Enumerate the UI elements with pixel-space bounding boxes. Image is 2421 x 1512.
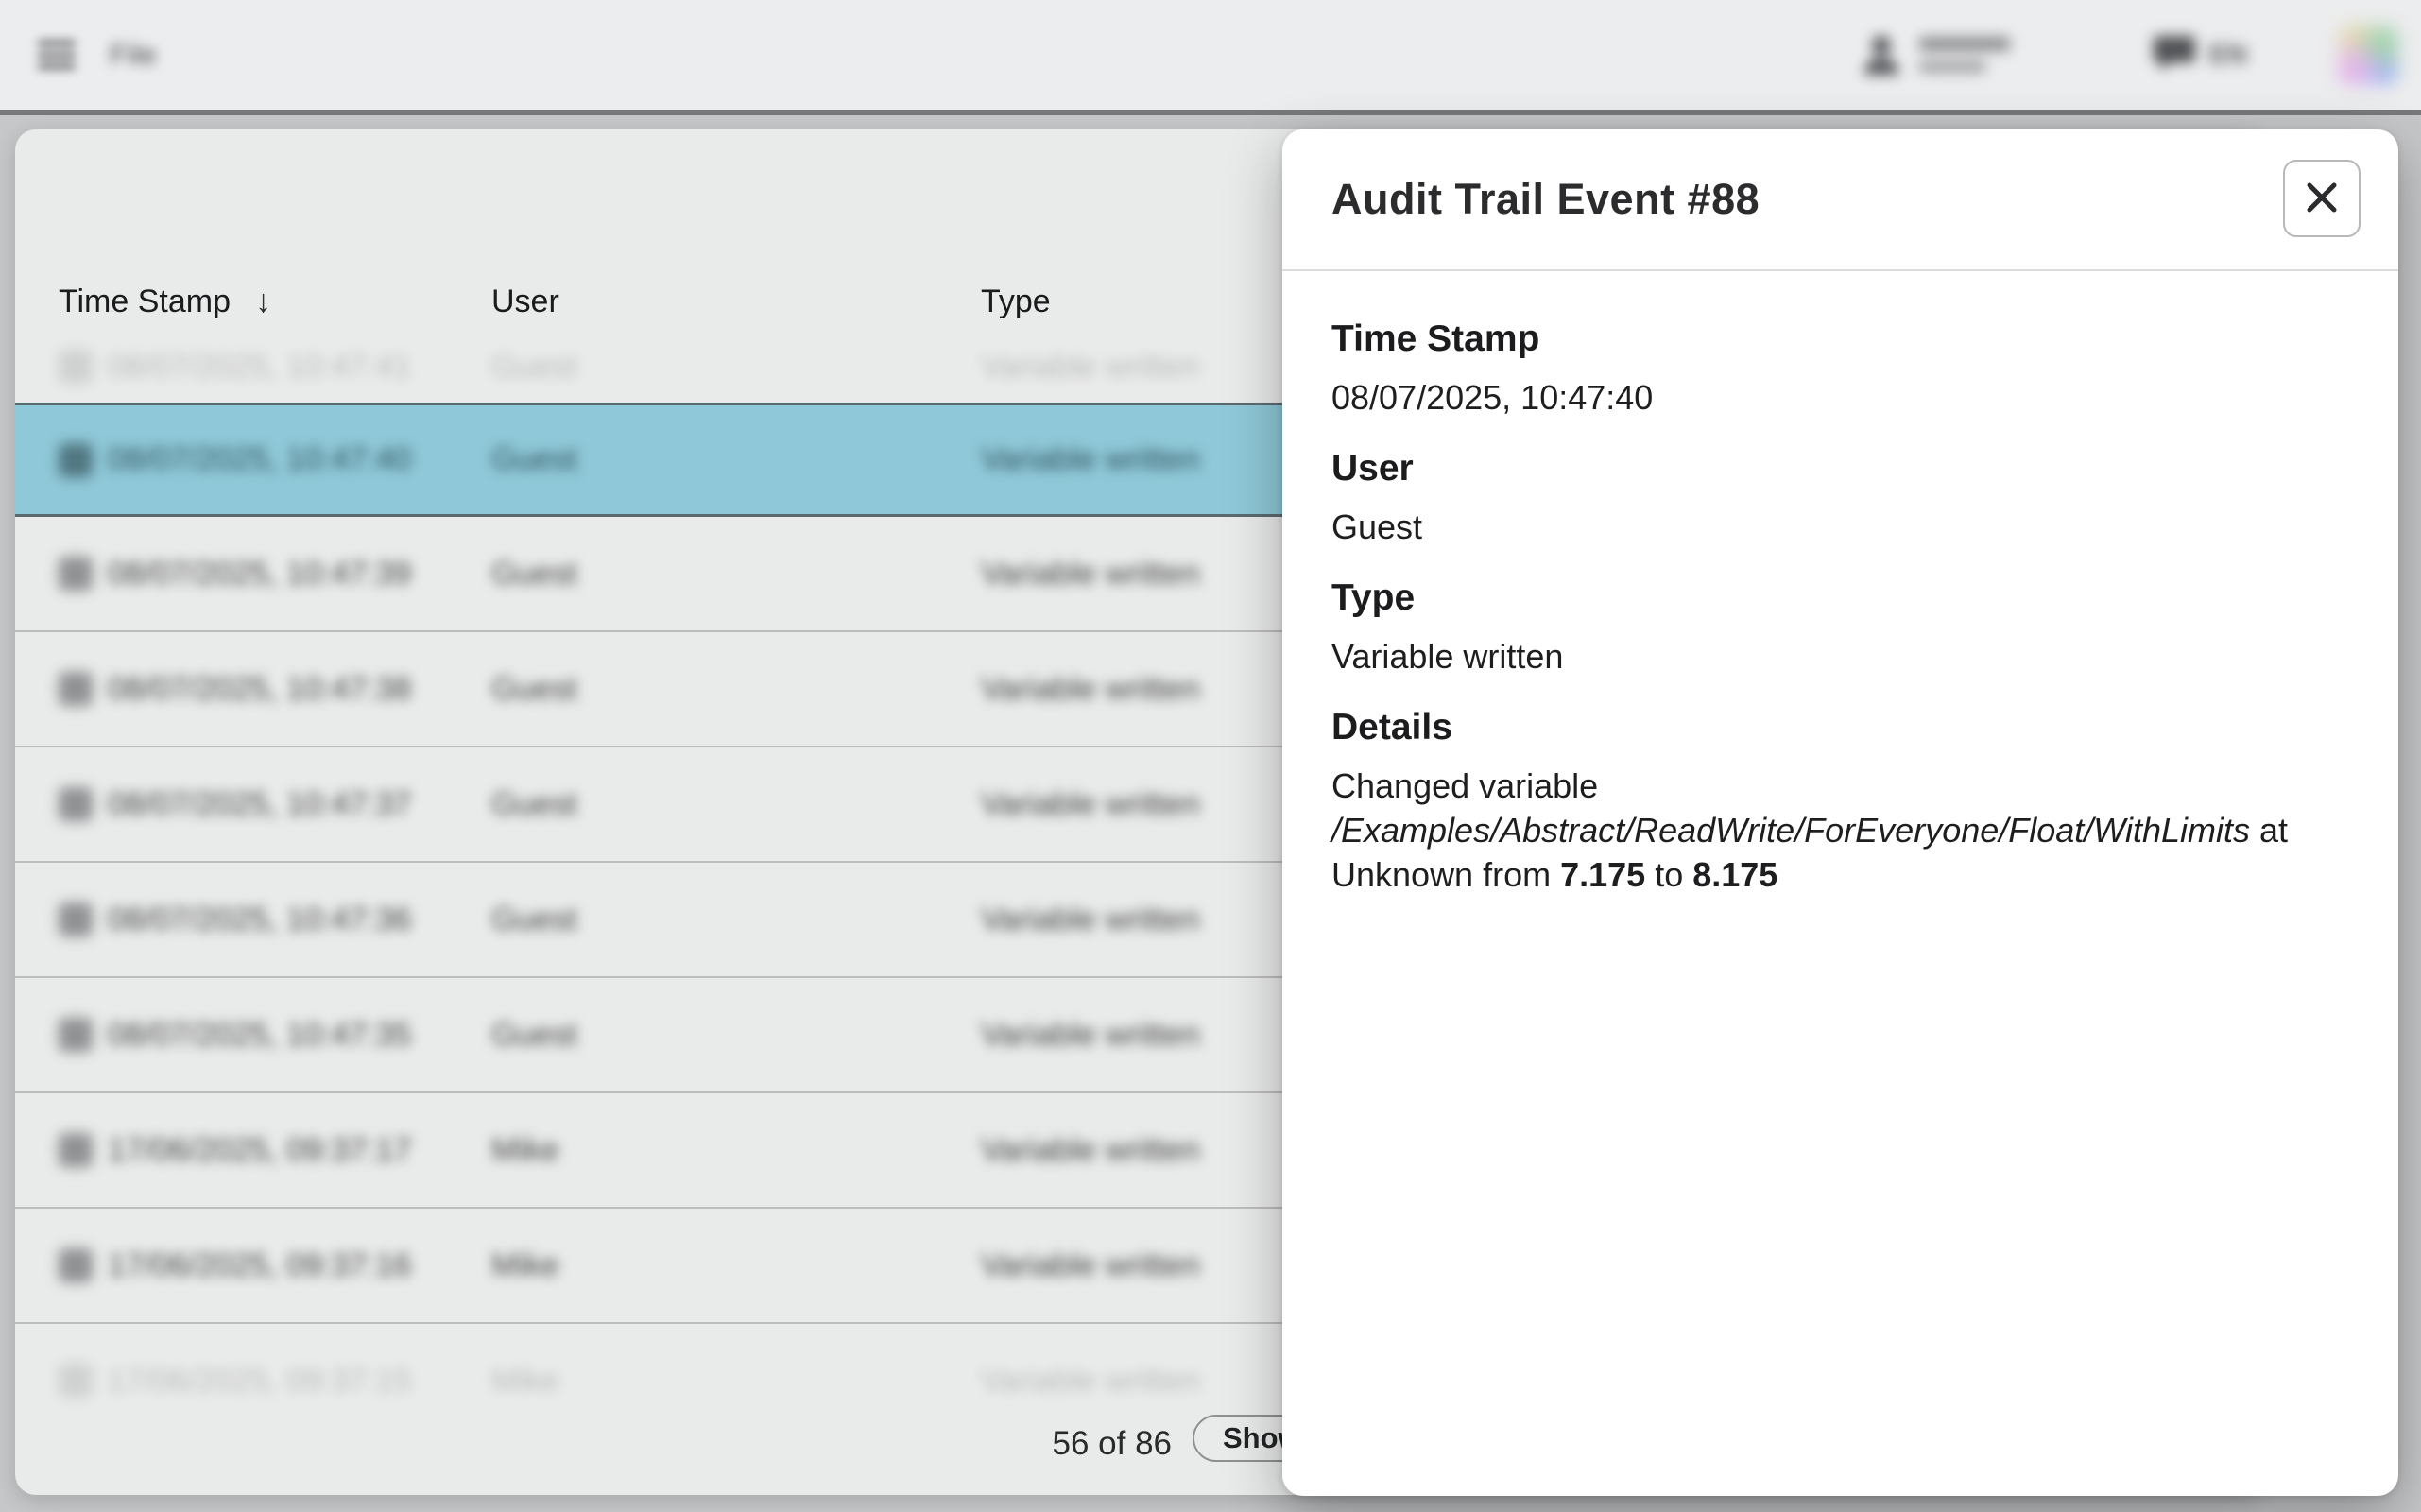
from-value: 7.175 <box>1560 855 1645 894</box>
event-type-icon <box>59 902 93 936</box>
language-switcher[interactable]: EN <box>2153 33 2247 77</box>
timestamp-cell: 17/06/2025, 09:37:16 <box>15 1247 491 1284</box>
type-cell-text: Variable written <box>981 556 1200 592</box>
type-cell-text: Variable written <box>981 1247 1200 1283</box>
language-label: EN <box>2209 40 2247 71</box>
user-cell: Guest <box>491 1017 981 1054</box>
close-panel-button[interactable] <box>2283 160 2361 237</box>
to-value: 8.175 <box>1692 855 1777 894</box>
user-cell-text: Guest <box>491 786 577 822</box>
sort-descending-icon[interactable]: ↓ <box>255 284 271 320</box>
timestamp-cell: 08/07/2025, 10:47:36 <box>15 902 491 938</box>
top-menu-bar: File EN <box>0 0 2421 115</box>
timestamp-cell-text: 17/06/2025, 09:37:17 <box>108 1132 411 1169</box>
column-header-user[interactable]: User <box>491 284 559 320</box>
variable-path: /Examples/Abstract/ReadWrite/ForEveryone… <box>1331 811 2250 850</box>
timestamp-cell-text: 17/06/2025, 09:37:16 <box>108 1247 411 1284</box>
type-heading: Type <box>1331 577 2349 619</box>
timestamp-cell: 08/07/2025, 10:47:37 <box>15 786 491 823</box>
timestamp-cell: 08/07/2025, 10:47:35 <box>15 1017 491 1054</box>
timestamp-cell: 17/06/2025, 09:37:15 <box>15 1363 491 1400</box>
event-type-icon <box>59 672 93 706</box>
type-cell-text: Variable written <box>981 671 1200 707</box>
user-cell: Guest <box>491 786 981 823</box>
panel-title: Audit Trail Event #88 <box>1331 175 1760 224</box>
row-count-label: 56 of 86 <box>863 1425 1172 1463</box>
type-cell-text: Variable written <box>981 786 1200 822</box>
timestamp-cell-text: 08/07/2025, 10:47:40 <box>108 441 411 478</box>
timestamp-cell: 08/07/2025, 10:47:41 <box>15 349 491 386</box>
timestamp-cell-text: 08/07/2025, 10:47:37 <box>108 786 411 823</box>
column-header-timestamp[interactable]: Time Stamp ↓ <box>59 284 271 320</box>
user-cell-text: Guest <box>491 556 577 592</box>
timestamp-cell-text: 08/07/2025, 10:47:35 <box>108 1017 411 1054</box>
type-cell-text: Variable written <box>981 1363 1200 1399</box>
type-cell-text: Variable written <box>981 349 1200 385</box>
column-header-type[interactable]: Type <box>981 284 1051 320</box>
user-cell: Guest <box>491 902 981 938</box>
event-type-icon <box>59 557 93 591</box>
event-type-icon <box>59 1133 93 1167</box>
user-cell: Guest <box>491 671 981 708</box>
type-cell-text: Variable written <box>981 902 1200 937</box>
type-value: Variable written <box>1331 634 2349 679</box>
user-cell-text: Guest <box>491 671 577 707</box>
user-cell-text: Guest <box>491 441 577 477</box>
timestamp-cell-text: 08/07/2025, 10:47:38 <box>108 671 411 708</box>
type-cell-text: Variable written <box>981 441 1200 477</box>
user-info-text-blob <box>1918 37 2011 73</box>
details-heading: Details <box>1331 707 2349 748</box>
user-cell-text: Guest <box>491 902 577 937</box>
user-cell-text: Mike <box>491 1132 559 1168</box>
type-cell-text: Variable written <box>981 1132 1200 1168</box>
event-type-icon <box>59 787 93 821</box>
timestamp-cell: 08/07/2025, 10:47:40 <box>15 441 491 478</box>
close-icon <box>2302 178 2342 220</box>
column-label: Type <box>981 284 1051 320</box>
column-label: User <box>491 284 559 320</box>
timestamp-heading: Time Stamp <box>1331 318 2349 360</box>
person-icon <box>1862 33 1901 77</box>
timestamp-cell: 08/07/2025, 10:47:38 <box>15 671 491 708</box>
timestamp-cell-text: 08/07/2025, 10:47:36 <box>108 902 411 938</box>
user-cell: Guest <box>491 441 981 478</box>
timestamp-cell: 17/06/2025, 09:37:17 <box>15 1132 491 1169</box>
event-type-icon <box>59 1018 93 1052</box>
hamburger-menu-icon[interactable] <box>38 41 76 69</box>
user-avatar[interactable] <box>2338 25 2398 85</box>
panel-body: Time Stamp 08/07/2025, 10:47:40 User Gue… <box>1282 271 2398 897</box>
user-cell-text: Mike <box>491 1363 559 1399</box>
column-label: Time Stamp <box>59 284 231 320</box>
timestamp-cell: 08/07/2025, 10:47:39 <box>15 556 491 593</box>
user-cell: Mike <box>491 1132 981 1169</box>
timestamp-cell-text: 17/06/2025, 09:37:15 <box>108 1363 411 1400</box>
timestamp-cell-text: 08/07/2025, 10:47:41 <box>108 349 411 386</box>
signed-in-user-info[interactable] <box>1862 33 2011 77</box>
timestamp-value: 08/07/2025, 10:47:40 <box>1331 375 2349 420</box>
file-menu-item[interactable]: File <box>110 38 157 72</box>
event-type-icon <box>59 443 93 477</box>
user-cell: Mike <box>491 1363 981 1400</box>
event-type-icon <box>59 1248 93 1282</box>
user-cell-text: Guest <box>491 1017 577 1053</box>
user-cell: Guest <box>491 556 981 593</box>
details-text: Changed variable /Examples/Abstract/Read… <box>1331 764 2349 897</box>
panel-header: Audit Trail Event #88 <box>1282 129 2398 271</box>
user-value: Guest <box>1331 505 2349 549</box>
user-cell: Mike <box>491 1247 981 1284</box>
user-cell-text: Guest <box>491 349 577 385</box>
event-type-icon <box>59 1364 93 1398</box>
chat-bubble-icon <box>2153 33 2196 77</box>
user-cell-text: Mike <box>491 1247 559 1283</box>
audit-event-detail-panel: Audit Trail Event #88 Time Stamp 08/07/2… <box>1282 129 2398 1496</box>
user-heading: User <box>1331 448 2349 490</box>
timestamp-cell-text: 08/07/2025, 10:47:39 <box>108 556 411 593</box>
event-type-icon <box>59 350 93 384</box>
user-cell: Guest <box>491 349 981 386</box>
type-cell-text: Variable written <box>981 1017 1200 1053</box>
